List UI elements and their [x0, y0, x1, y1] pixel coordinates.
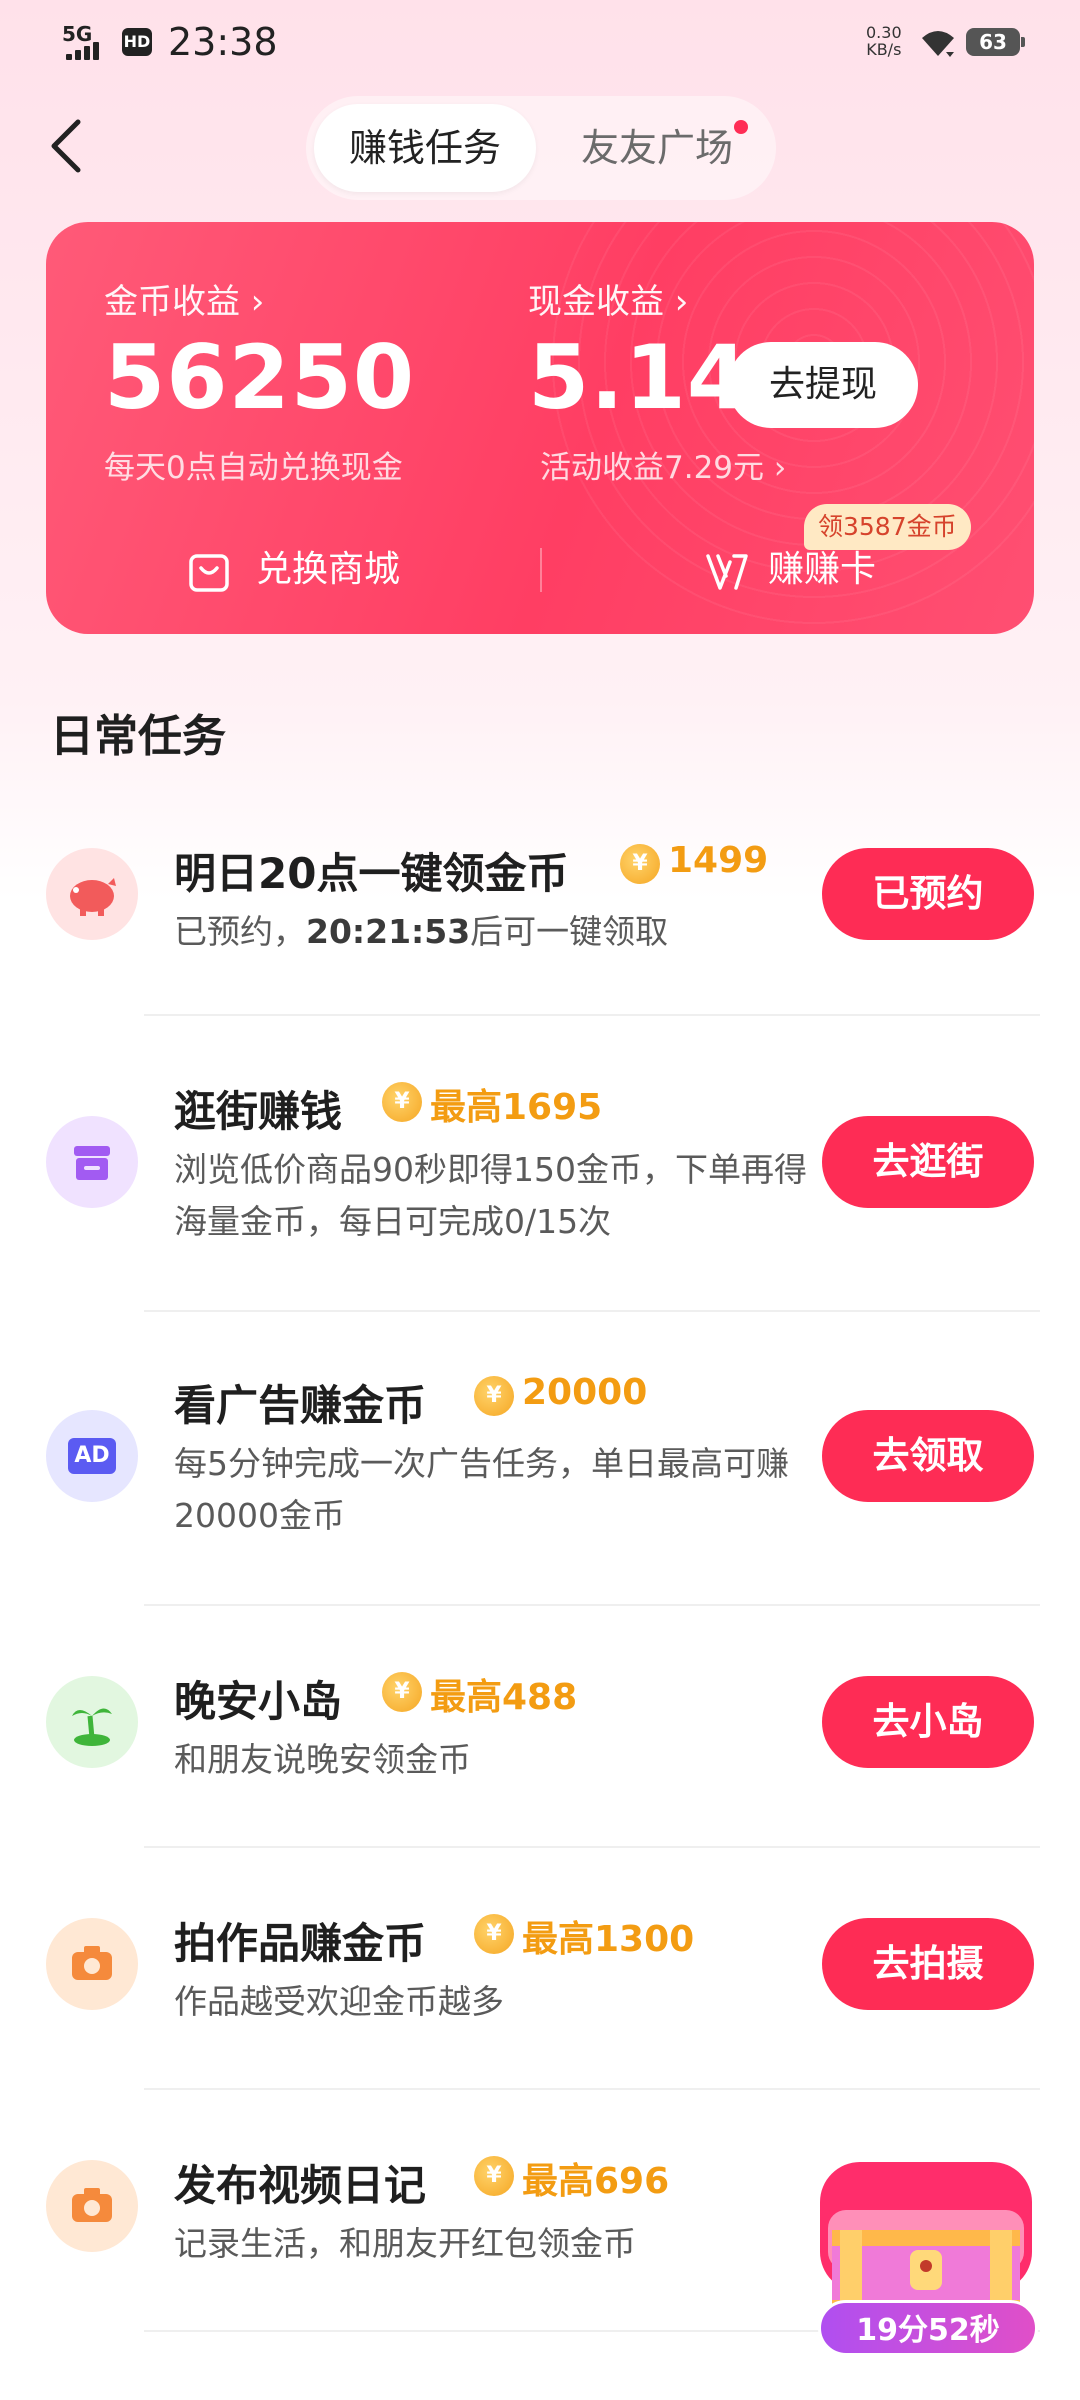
island-icon [46, 1676, 138, 1768]
withdraw-button[interactable]: 去提现 [728, 342, 918, 428]
ad-label: AD [68, 1438, 116, 1474]
task-reward: 最高696 [522, 2161, 670, 2202]
coin-icon: ¥ [382, 1082, 422, 1122]
reserved-button[interactable]: 已预约 [822, 848, 1034, 940]
tab-earn-tasks[interactable]: 赚钱任务 [314, 104, 536, 192]
status-bar: 5G HD 23:38 0.30 KB/s 63 [0, 0, 1080, 84]
task-description: 作品越受欢迎金币越多 [174, 1982, 504, 2021]
signal-icon [66, 42, 106, 60]
claim-button[interactable]: 去领取 [822, 1410, 1034, 1502]
task-description: 浏览低价商品90秒即得150金币，下单再得海量金币，每日可完成0/15次 [174, 1150, 807, 1241]
speed-unit: KB/s [866, 40, 902, 59]
task-reward: 最高488 [430, 1677, 578, 1718]
treasure-countdown: 19分52秒 [818, 2300, 1038, 2356]
task-description: 已预约，20:21:53后可一键领取 [174, 906, 814, 958]
go-shopping-button[interactable]: 去逛街 [822, 1116, 1034, 1208]
divider [144, 1014, 1040, 1016]
camera-icon [46, 2160, 138, 2252]
task-title: 发布视频日记 [174, 2161, 427, 2210]
coin-income-note: 每天0点自动兑换现金 [104, 450, 403, 486]
speed-value: 0.30 [866, 23, 902, 42]
top-tabs: 赚钱任务 友友广场 [306, 96, 776, 200]
go-island-button[interactable]: 去小岛 [822, 1676, 1034, 1768]
divider [144, 1310, 1040, 1312]
task-title: 晚安小岛 [174, 1677, 343, 1726]
task-description: 记录生活，和朋友开红包领金币 [174, 2224, 636, 2263]
earn-card-icon[interactable] [704, 548, 750, 594]
coin-icon: ¥ [474, 1914, 514, 1954]
go-shoot-button[interactable]: 去拍摄 [822, 1918, 1034, 2010]
divider [144, 1846, 1040, 1848]
shopping-bag-icon[interactable] [186, 548, 232, 594]
wifi-icon [922, 31, 954, 57]
piggy-bank-icon [46, 848, 138, 940]
task-reward: 1499 [668, 840, 769, 881]
activity-income-link[interactable]: 活动收益7.29元 › [540, 442, 786, 487]
section-title: 日常任务 [50, 711, 226, 762]
store-icon [46, 1116, 138, 1208]
task-description: 和朋友说晚安领金币 [174, 1740, 471, 1779]
ad-icon: AD [46, 1410, 138, 1502]
hd-icon: HD [122, 28, 152, 56]
coin-icon: ¥ [474, 2156, 514, 2196]
coin-icon: ¥ [474, 1376, 514, 1416]
coin-income-value: 56250 [104, 326, 416, 429]
task-countdown: 20:21:53 [306, 912, 471, 951]
coin-icon: ¥ [620, 844, 660, 884]
divider [144, 1604, 1040, 1606]
task-title: 看广告赚金币 [174, 1381, 427, 1430]
task-reward: 最高1300 [522, 1919, 695, 1960]
tab-friends-square[interactable]: 友友广场 [546, 104, 768, 192]
task-desc-suffix: 后可一键领取 [470, 912, 669, 951]
camera-icon [46, 1918, 138, 2010]
network-speed: 0.30 KB/s [866, 24, 902, 58]
coin-icon: ¥ [382, 1672, 422, 1712]
task-description: 每5分钟完成一次广告任务，单日最高可赚20000金币 [174, 1444, 789, 1535]
task-title: 逛街赚钱 [174, 1087, 343, 1136]
task-title: 拍作品赚金币 [174, 1919, 427, 1968]
divider [144, 2088, 1040, 2090]
task-reward: 最高1695 [430, 1087, 603, 1128]
coin-income-link[interactable]: 金币收益 › [104, 274, 264, 323]
notification-dot [734, 120, 748, 134]
status-time: 23:38 [168, 20, 278, 64]
cash-income-link[interactable]: 现金收益 › [528, 274, 688, 323]
task-reward: 20000 [522, 1372, 648, 1413]
exchange-mall-button[interactable]: 兑换商城 [256, 540, 400, 600]
card-divider [540, 548, 542, 592]
battery-icon: 63 [966, 28, 1025, 56]
task-desc-prefix: 已预约， [174, 912, 306, 951]
cash-income-value: 5.14 [528, 326, 750, 429]
earn-card-badge: 领3587金币 [804, 504, 971, 550]
task-title: 明日20点一键领金币 [174, 849, 569, 898]
earnings-card: 金币收益 › 56250 每天0点自动兑换现金 现金收益 › 5.14 去提现 … [46, 222, 1034, 634]
back-arrow-icon[interactable] [40, 114, 96, 178]
